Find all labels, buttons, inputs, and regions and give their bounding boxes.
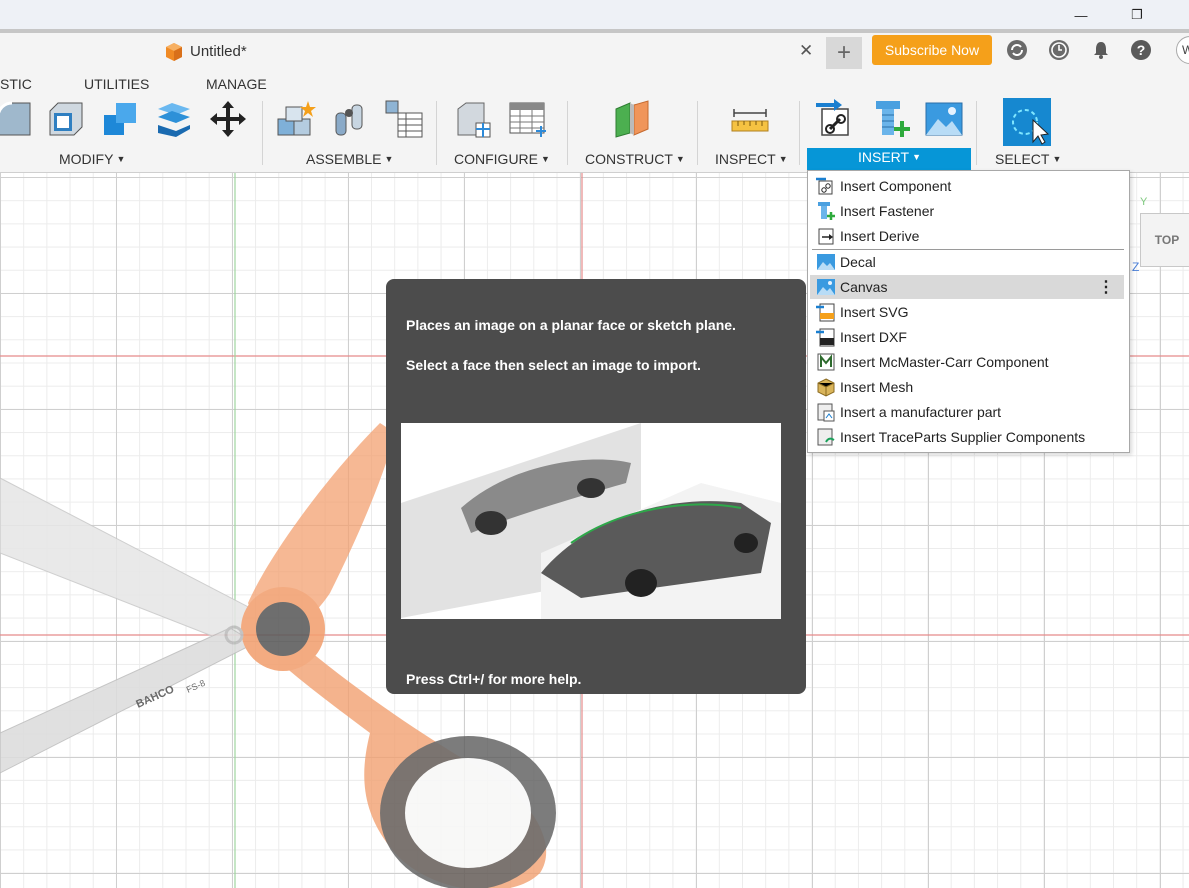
ribbon-divider <box>697 101 698 165</box>
viewcube[interactable]: TOP <box>1140 213 1189 267</box>
ribbon-divider <box>262 101 263 165</box>
insert-derive-icon[interactable] <box>816 99 856 139</box>
menu-insert-derive[interactable]: Insert Derive <box>810 224 1124 248</box>
subscribe-button[interactable]: Subscribe Now <box>872 35 992 65</box>
more-options-icon[interactable]: ⋮ <box>1098 277 1114 297</box>
user-avatar[interactable]: W <box>1176 36 1189 64</box>
insert-derive-icon <box>818 228 834 245</box>
viewcube-axis-z: Z <box>1132 260 1140 274</box>
clock-icon[interactable] <box>1048 39 1070 61</box>
mcmaster-carr-icon <box>817 353 835 371</box>
menu-insert-traceparts[interactable]: Insert TraceParts Supplier Components <box>810 425 1124 449</box>
new-component-icon[interactable] <box>276 99 316 139</box>
job-status-icon[interactable] <box>1006 39 1028 61</box>
help-icon[interactable]: ? <box>1130 39 1152 61</box>
group-construct-label[interactable]: CONSTRUCT ▼ <box>585 151 685 167</box>
viewcube-axis-y: Y <box>1140 196 1148 208</box>
group-inspect-label[interactable]: INSPECT ▼ <box>715 151 788 167</box>
tooltip-description: Places an image on a planar face or sket… <box>406 317 736 333</box>
joint-icon[interactable] <box>330 99 370 139</box>
canvas-icon <box>817 279 835 295</box>
close-tab-icon[interactable]: ✕ <box>799 41 813 61</box>
toolbar-ribbon: STIC UTILITIES MANAGE MODIFY ▼ ASSEMBLE … <box>0 71 1189 173</box>
ribbon-divider <box>436 101 437 165</box>
document-title: Untitled* <box>190 43 247 60</box>
construct-plane-icon[interactable] <box>612 99 652 139</box>
document-tab-bar: Untitled* ✕ + Subscribe Now ? W <box>0 33 1189 71</box>
menu-insert-mcmaster-carr[interactable]: Insert McMaster-Carr Component <box>810 350 1124 374</box>
restore-button[interactable]: ❐ <box>1114 0 1160 30</box>
move-icon[interactable] <box>208 99 248 139</box>
group-assemble-label[interactable]: ASSEMBLE ▼ <box>306 151 393 167</box>
configuration-table-icon[interactable] <box>508 99 548 139</box>
minimize-icon: — <box>1074 7 1088 23</box>
notifications-bell-icon[interactable] <box>1090 39 1112 61</box>
configure-design-icon[interactable] <box>454 99 494 139</box>
ribbon-divider <box>976 101 977 165</box>
bill-of-materials-icon[interactable] <box>384 99 424 139</box>
group-insert-label[interactable]: INSERT ▼ <box>858 149 921 165</box>
group-select-label[interactable]: SELECT ▼ <box>995 151 1061 167</box>
document-tab[interactable]: Untitled* ✕ <box>0 33 824 71</box>
measure-icon[interactable] <box>730 99 770 139</box>
svg-text:?: ? <box>1137 42 1146 58</box>
menu-insert-dxf[interactable]: Insert DXF <box>810 325 1124 349</box>
tooltip-help-hint: Press Ctrl+/ for more help. <box>406 671 582 687</box>
insert-fastener-icon[interactable] <box>872 99 912 139</box>
insert-dxf-icon <box>816 328 835 347</box>
fillet-icon[interactable] <box>0 99 34 139</box>
insert-dropdown-menu: Insert Component Insert Fastener Insert … <box>807 170 1130 453</box>
tooltip-instruction: Select a face then select an image to im… <box>406 357 701 373</box>
insert-canvas-icon[interactable] <box>924 99 964 139</box>
ribbon-divider <box>799 101 800 165</box>
menu-insert-manufacturer-part[interactable]: Insert a manufacturer part <box>810 400 1124 424</box>
command-tooltip: Places an image on a planar face or sket… <box>386 279 806 694</box>
select-icon[interactable] <box>1003 98 1051 146</box>
insert-fastener-icon <box>818 202 835 220</box>
shell-icon[interactable] <box>46 99 86 139</box>
tab-utilities[interactable]: UTILITIES <box>84 76 149 92</box>
window-title-bar: — ❐ <box>0 0 1189 33</box>
group-configure-label[interactable]: CONFIGURE ▼ <box>454 151 550 167</box>
plus-icon: + <box>836 39 851 66</box>
manufacturer-part-icon <box>817 403 835 422</box>
scissors-model-text: FS-8 <box>185 678 207 695</box>
document-cube-icon <box>166 43 182 61</box>
menu-insert-svg[interactable]: Insert SVG <box>810 300 1124 324</box>
insert-component-icon <box>816 177 833 195</box>
ribbon-divider <box>567 101 568 165</box>
group-modify-label[interactable]: MODIFY ▼ <box>59 151 125 167</box>
menu-canvas[interactable]: Canvas ⋮ <box>810 275 1124 299</box>
menu-insert-mesh[interactable]: Insert Mesh <box>810 375 1124 399</box>
menu-insert-component[interactable]: Insert Component <box>810 174 1124 198</box>
user-initial: W <box>1182 43 1189 57</box>
menu-decal[interactable]: Decal <box>810 250 1124 274</box>
tooltip-preview-image <box>401 423 781 619</box>
restore-icon: ❐ <box>1131 7 1143 22</box>
offset-face-icon[interactable] <box>154 99 194 139</box>
combine-icon[interactable] <box>100 99 140 139</box>
traceparts-icon <box>817 428 835 446</box>
insert-mesh-icon <box>817 378 835 397</box>
menu-insert-fastener[interactable]: Insert Fastener <box>810 199 1124 223</box>
group-insert-label-active[interactable]: INSERT ▼ <box>807 148 971 170</box>
new-tab-button[interactable]: + <box>826 37 862 69</box>
decal-icon <box>817 254 835 270</box>
minimize-button[interactable]: — <box>1058 0 1104 30</box>
viewcube-face-label: TOP <box>1154 233 1180 247</box>
tab-manage[interactable]: MANAGE <box>206 76 267 92</box>
insert-svg-icon <box>816 303 835 322</box>
tab-plastic[interactable]: STIC <box>0 76 32 92</box>
